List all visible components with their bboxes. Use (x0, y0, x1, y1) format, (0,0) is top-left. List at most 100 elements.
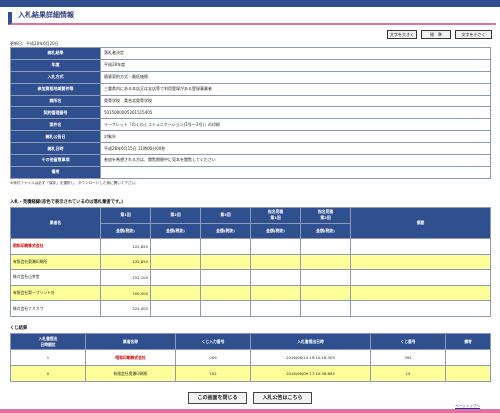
col-company: 業者名 (10, 207, 101, 239)
bottom-accent-bar (0, 409, 500, 413)
bid-company: 有限会社第一プリント社 (10, 284, 101, 302)
info-label: 契約管理番号 (10, 106, 101, 120)
bid-empty-cell (200, 253, 251, 271)
info-row: その他留意事項 参加を希望される方は、閲覧期間中に見本を閲覧してください (10, 154, 491, 167)
info-value: 平成28年度 (100, 58, 491, 72)
lot-row: 0 有限会社奥瀬印刷所 152 2016/06/09 17:10:58.863 15 (10, 365, 491, 382)
lot-section-title: くじ結果 (10, 326, 28, 331)
bid-row: 有限会社奥瀬印刷所 122,850 (10, 253, 491, 271)
bid-amount-round1: 122,850 (100, 253, 151, 271)
bid-empty-cell (150, 238, 201, 255)
bid-amount-round1: 122,850 (100, 238, 151, 255)
bid-empty-cell (350, 284, 491, 302)
bid-empty-cell (350, 300, 491, 317)
bid-row: 昭和印刷株式会社 122,850 (10, 238, 491, 255)
lot-input-no: 152 (175, 365, 251, 382)
col-designated2: 指名見積 第2回 (300, 207, 351, 224)
info-label: 課所名 (10, 94, 101, 108)
bid-empty-cell (350, 253, 491, 271)
bid-empty-cell (150, 300, 201, 317)
bid-company: 株式会社山幸堂 (10, 269, 101, 286)
bid-notice-button[interactable]: 入札公告はこちら (253, 392, 312, 404)
bid-empty-cell (200, 284, 251, 302)
info-value (100, 165, 491, 179)
detail-info-table: 開札結果 落札者決定 年度 平成28年度 入札方式 随意契約方式・最低価格 参加資格地域要件… (10, 47, 491, 179)
info-label: 参加資格地域要件等 (10, 82, 101, 96)
info-row: 案件名 リーフレット「わくわくコミュニケーション(1号〜3号)」の印刷 (10, 118, 491, 132)
bid-empty-cell (250, 284, 301, 302)
col-remarks: 摘要 (350, 207, 491, 239)
page-title: 入札結果詳細情報 (18, 11, 74, 19)
info-row: 入札方式 随意契約方式・最低価格 (10, 70, 491, 84)
info-value: 随意契約方式・最低価格 (100, 70, 491, 84)
info-value: 5015000005261515405 (100, 106, 491, 120)
bid-empty-cell (300, 269, 351, 286)
sub-amount: 金額(税抜) (250, 222, 301, 239)
col-rank: 入札書提出 日時順位 (10, 333, 86, 350)
sub-amount: 金額(税抜) (200, 222, 251, 239)
info-value: 奥等学校 桑名北奥等学校 (100, 94, 491, 108)
lot-rank: 1 (10, 349, 86, 366)
info-value: 対象外 (100, 130, 491, 144)
info-value: 平成28年6月15日 11時00分00秒 (100, 142, 491, 156)
info-value: 落札者決定 (100, 47, 491, 60)
lot-row: 1 昭和印刷株式会社 009 2016/06/14 19:10:16.303 392 (10, 349, 491, 366)
bid-empty-cell (300, 238, 351, 255)
bid-amount-round1: 251,100 (100, 269, 151, 286)
font-smaller-button[interactable]: 文字を小さく (455, 30, 492, 39)
bid-empty-cell (300, 284, 351, 302)
col-lot-no: くじ番号 (370, 333, 446, 350)
lot-note (445, 349, 491, 366)
bid-empty-cell (350, 269, 491, 286)
bid-row: 有限会社第一プリント社 300,000 (10, 284, 491, 302)
lot-company: 有限会社奥瀬印刷所 (85, 365, 176, 382)
bid-empty-cell (350, 238, 491, 255)
info-row: 課所名 奥等学校 桑名北奥等学校 (10, 94, 491, 108)
lot-company: 昭和印刷株式会社 (85, 349, 176, 366)
bid-company: 昭和印刷株式会社 (10, 238, 101, 255)
info-row: 備考 (10, 165, 491, 179)
info-row: 年度 平成28年度 (10, 58, 491, 72)
sub-amount: 金額(税抜) (150, 222, 201, 239)
info-label: 開札結果 (10, 47, 101, 60)
bid-row: 株式会社ナミカワ 324,000 (10, 300, 491, 317)
bid-empty-cell (300, 253, 351, 271)
bid-empty-cell (150, 269, 201, 286)
bid-section-title: 入札・見積経緯(赤色で表示されているのは落札業者です。) (10, 200, 123, 205)
bid-empty-cell (150, 284, 201, 302)
info-row: 契約管理番号 5015000005261515405 (10, 106, 491, 120)
bid-empty-cell (250, 300, 301, 317)
bid-empty-cell (200, 238, 251, 255)
bid-empty-cell (250, 238, 301, 255)
bid-empty-cell (250, 269, 301, 286)
info-row: 参加資格地域要件等 三重県内にある本店又は支店等で利用登録がある登録事業者 (10, 82, 491, 96)
bid-company: 株式会社ナミカワ (10, 300, 101, 317)
lot-note (445, 365, 491, 382)
bid-company: 有限会社奥瀬印刷所 (10, 253, 101, 271)
lot-lot-no: 392 (370, 349, 446, 366)
info-value: 三重県内にある本店又は支店等で利用登録がある登録事業者 (100, 82, 491, 96)
bid-amount-round1: 324,000 (100, 300, 151, 317)
close-window-button[interactable]: この画面を閉じる (188, 392, 247, 404)
info-row: 開札公告日 対象外 (10, 130, 491, 144)
info-label: 備考 (10, 165, 101, 179)
top-accent-bar (0, 0, 500, 7)
lot-rank: 0 (10, 365, 86, 382)
bid-empty-cell (200, 300, 251, 317)
bid-row: 株式会社山幸堂 251,100 (10, 269, 491, 286)
col-round3: 第3回 (200, 207, 251, 224)
font-standard-button[interactable]: 標 準 (421, 30, 451, 39)
lot-input-no: 009 (175, 349, 251, 366)
sub-amount: 金額(税抜) (100, 222, 151, 239)
lot-datetime: 2016/06/14 19:10:16.303 (250, 349, 371, 366)
bid-empty-cell (250, 253, 301, 271)
bid-history-table: 業者名 第1回 第2回 第3回 指名見積 第1回 指名見積 第2回 摘要 金額(… (10, 207, 491, 317)
col-datetime: 入札書提出日時 (250, 333, 371, 350)
info-value: 参加を希望される方は、閲覧期間中に見本を閲覧してください (100, 154, 491, 167)
font-larger-button[interactable]: 文字を大きく (387, 30, 417, 39)
lot-datetime: 2016/06/09 17:10:58.863 (250, 365, 371, 382)
col-input-no: くじ入力番号 (175, 333, 251, 350)
page-title-bar: 入札結果詳細情報 (8, 11, 496, 25)
info-label: 入札方式 (10, 70, 101, 84)
info-row: 開札日時 平成28年6月15日 11時00分00秒 (10, 142, 491, 156)
